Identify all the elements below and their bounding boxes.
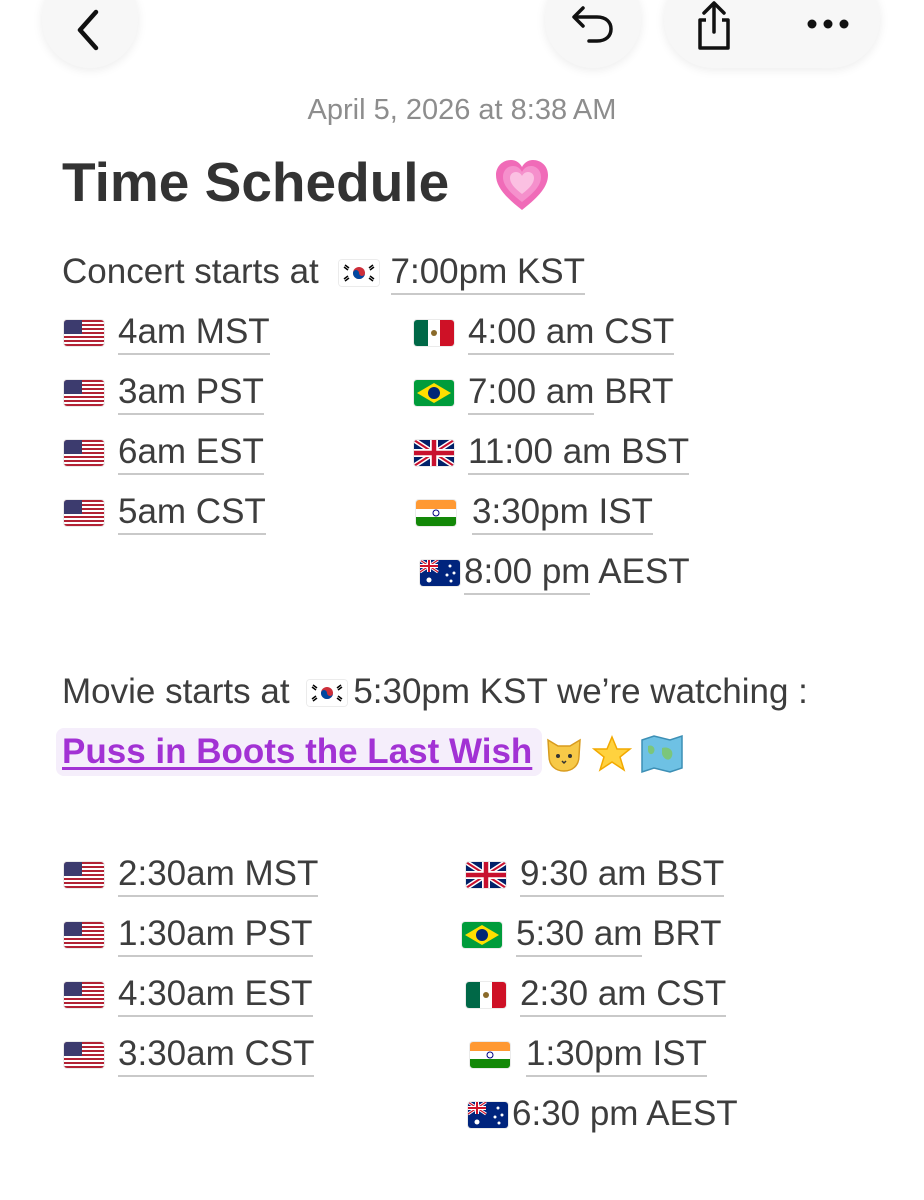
movie-left-row-2: 4:30am EST — [64, 974, 313, 1017]
concert-right-row-4: 8:00 pm AEST — [420, 552, 690, 595]
concert-us-cst[interactable]: 5am CST — [118, 492, 266, 535]
chevron-left-icon — [77, 9, 99, 51]
note-date: April 5, 2026 at 8:38 AM — [307, 94, 617, 126]
us-flag-icon — [64, 1042, 104, 1068]
india-flag-icon — [470, 1042, 510, 1068]
movie-title-link[interactable]: Puss in Boots the Last Wish — [62, 732, 532, 772]
movie-left-row-1: 1:30am PST — [64, 914, 313, 957]
toolbar — [0, 0, 924, 90]
undo-icon — [572, 6, 613, 43]
movie-right-row-4: 6:30 pm AEST — [468, 1094, 738, 1134]
movie-intro-text: Movie starts at — [62, 672, 290, 711]
concert-au-time[interactable]: 8:00 pm — [464, 552, 591, 595]
india-flag-icon — [416, 500, 456, 526]
movie-right-row-3: 1:30pm IST — [470, 1034, 707, 1077]
concert-au-zone: AEST — [590, 552, 690, 591]
movie-au-text: 6:30 pm AEST — [512, 1094, 738, 1133]
concert-br-zone: BRT — [594, 372, 674, 411]
concert-right-row-3: 3:30pm IST — [416, 492, 653, 535]
concert-left-row-1: 3am PST — [64, 372, 264, 415]
concert-us-est[interactable]: 6am EST — [118, 432, 264, 475]
concert-br-time[interactable]: 7:00 am — [468, 372, 595, 415]
brazil-flag-icon — [414, 380, 454, 406]
concert-gb-zone: BST — [611, 432, 690, 475]
us-flag-icon — [64, 320, 104, 346]
concert-left-row-3: 5am CST — [64, 492, 266, 535]
movie-left-row-3: 3:30am CST — [64, 1034, 315, 1077]
movie-au-time[interactable]: 6:30 pm — [512, 1094, 638, 1133]
movie-br-time[interactable]: 5:30 am — [516, 914, 643, 957]
glowing-star-icon — [592, 735, 632, 772]
movie-gb-time[interactable]: 9:30 am — [520, 854, 647, 897]
concert-intro-line: Concert starts at 7:00pm KST — [62, 252, 586, 295]
movie-kst-text: 5:30pm KST we’re watching : — [353, 672, 808, 711]
concert-left-row-2: 6am EST — [64, 432, 264, 475]
movie-intro-line: Movie starts at 5:30pm KST we’re watchin… — [62, 672, 808, 712]
south-korea-flag-icon — [338, 260, 379, 286]
concert-right-row-1: 7:00 am BRT — [414, 372, 674, 415]
movie-in-time[interactable]: 1:30pm — [526, 1034, 643, 1077]
more-icon[interactable] — [806, 18, 850, 30]
us-flag-icon — [64, 982, 104, 1008]
movie-us-cst[interactable]: 3:30am CST — [118, 1034, 315, 1077]
undo-button[interactable] — [545, 0, 641, 68]
share-icon[interactable] — [692, 0, 736, 54]
concert-mx-time[interactable]: 4:00 am — [468, 312, 595, 355]
movie-us-pst[interactable]: 1:30am PST — [118, 914, 313, 957]
concert-kst-time[interactable]: 7:00pm KST — [390, 252, 586, 295]
mexico-flag-icon — [414, 320, 454, 346]
australia-flag-icon — [468, 1102, 508, 1128]
australia-flag-icon — [420, 560, 460, 586]
movie-gb-zone: BST — [646, 854, 725, 897]
world-map-icon — [641, 734, 683, 774]
concert-us-mst[interactable]: 4am MST — [118, 312, 270, 355]
mexico-flag-icon — [466, 982, 506, 1008]
concert-in-zone: IST — [588, 492, 653, 535]
movie-mx-time[interactable]: 2:30 am — [520, 974, 647, 1017]
us-flag-icon — [64, 922, 104, 948]
us-flag-icon — [64, 862, 104, 888]
us-flag-icon — [64, 500, 104, 526]
movie-right-row-2: 2:30 am CST — [466, 974, 727, 1017]
concert-gb-time[interactable]: 11:00 am — [468, 432, 612, 475]
uk-flag-icon — [414, 440, 454, 466]
south-korea-flag-icon — [307, 680, 348, 706]
us-flag-icon — [64, 440, 104, 466]
concert-mx-zone: CST — [594, 312, 675, 355]
concert-in-time[interactable]: 3:30pm — [472, 492, 589, 535]
movie-us-est[interactable]: 4:30am EST — [118, 974, 313, 1017]
movie-in-zone: IST — [642, 1034, 707, 1077]
concert-right-row-0: 4:00 am CST — [414, 312, 675, 355]
movie-br-zone: BRT — [642, 914, 722, 953]
growing-heart-icon — [496, 160, 548, 210]
movie-mx-zone: CST — [646, 974, 727, 1017]
movie-left-row-0: 2:30am MST — [64, 854, 319, 897]
actions-pill — [664, 0, 880, 68]
back-button[interactable] — [42, 0, 138, 68]
concert-right-row-2: 11:00 am BST — [414, 432, 690, 475]
concert-intro-text: Concert starts at — [62, 252, 319, 291]
concert-left-row-0: 4am MST — [64, 312, 270, 355]
brazil-flag-icon — [462, 922, 502, 948]
cat-face-icon — [547, 738, 581, 772]
movie-right-row-1: 5:30 am BRT — [462, 914, 722, 957]
movie-us-mst[interactable]: 2:30am MST — [118, 854, 319, 897]
movie-right-row-0: 9:30 am BST — [466, 854, 725, 897]
us-flag-icon — [64, 380, 104, 406]
note-title: Time Schedule — [62, 151, 450, 213]
uk-flag-icon — [466, 862, 506, 888]
movie-au-zone: AEST — [638, 1094, 738, 1133]
concert-us-pst[interactable]: 3am PST — [118, 372, 264, 415]
